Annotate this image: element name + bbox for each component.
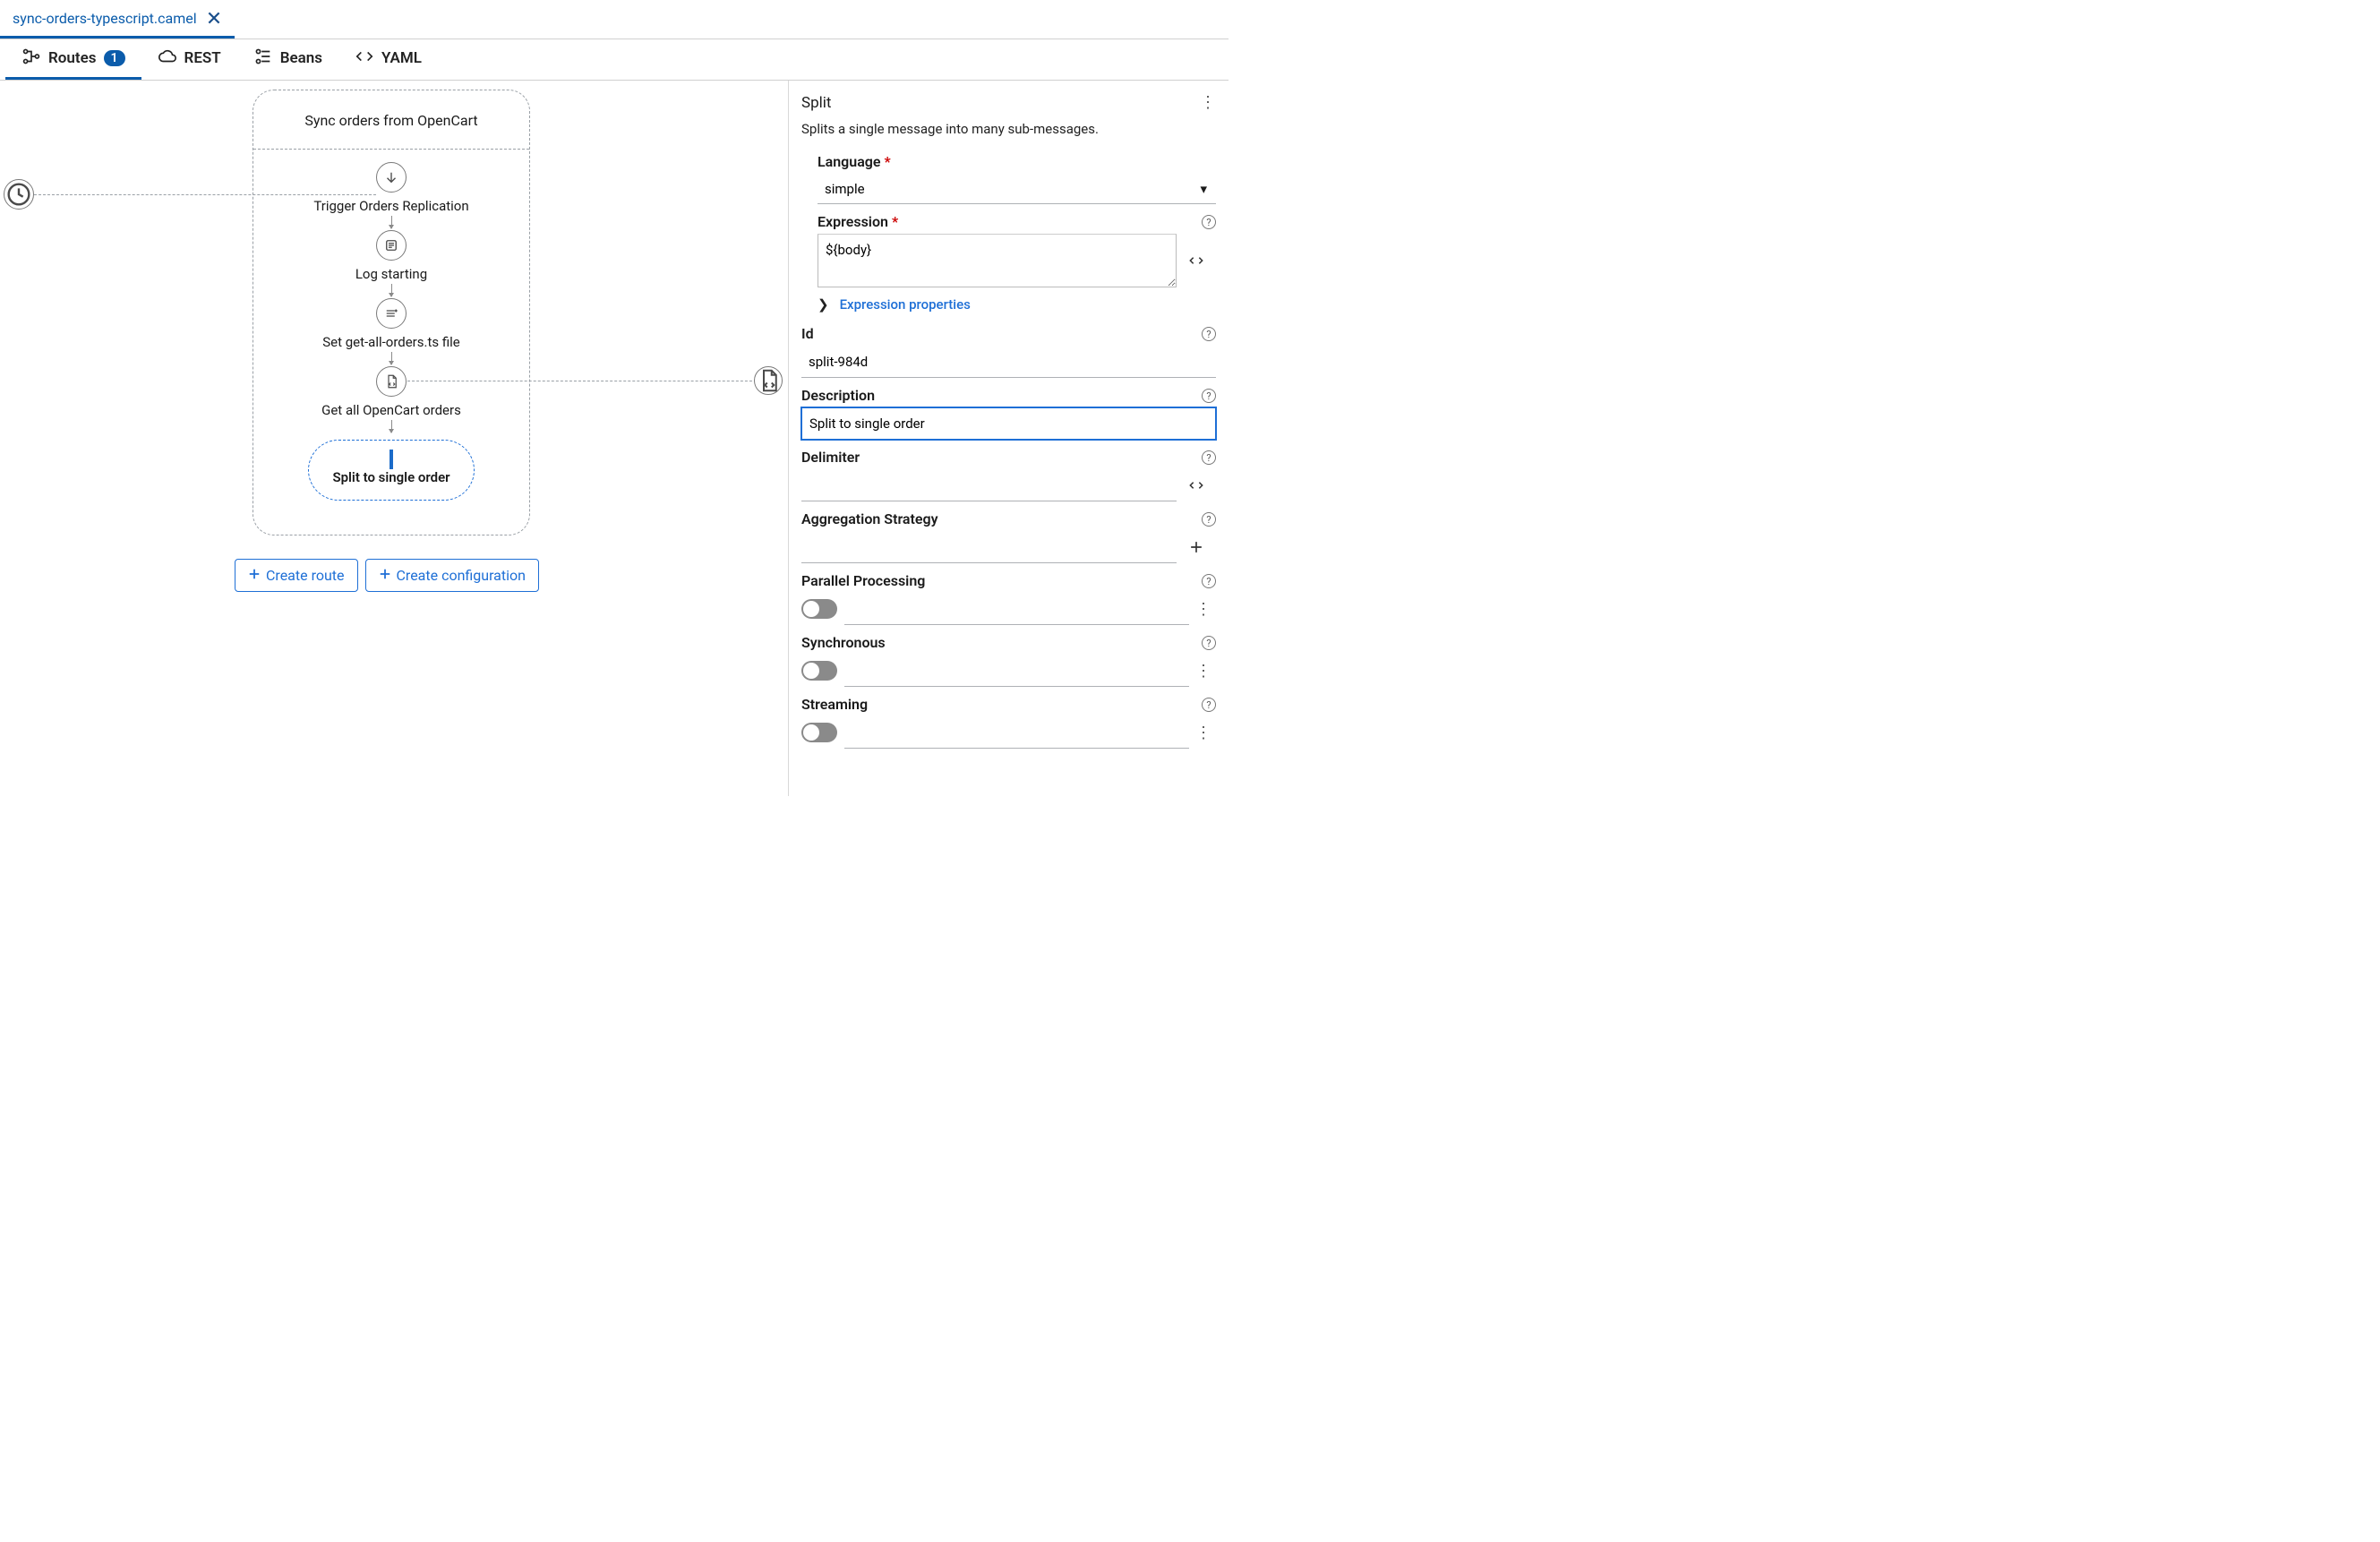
expression-label: Expression [818, 213, 888, 230]
help-icon[interactable]: ? [1202, 698, 1216, 712]
delimiter-input[interactable] [801, 469, 1177, 501]
help-icon[interactable]: ? [1202, 636, 1216, 650]
panel-description: Splits a single message into many sub-me… [801, 121, 1216, 137]
node-split-selected[interactable]: Split to single order [308, 440, 474, 501]
tab-routes[interactable]: Routes 1 [5, 39, 141, 80]
help-icon[interactable]: ? [1202, 512, 1216, 527]
plus-icon [379, 567, 391, 584]
tab-beans-label: Beans [280, 49, 322, 67]
file-tab-active[interactable]: sync-orders-typescript.camel [0, 0, 235, 39]
node-label: Split to single order [332, 469, 449, 485]
required-marker: * [892, 213, 898, 230]
timer-icon[interactable] [4, 179, 34, 210]
parallel-label: Parallel Processing [801, 572, 925, 589]
help-icon[interactable]: ? [1202, 574, 1216, 588]
plus-icon[interactable] [1177, 531, 1216, 563]
routes-icon [21, 47, 41, 71]
node-label: Log starting [355, 266, 427, 282]
parallel-input[interactable] [844, 593, 1189, 625]
beans-icon [253, 47, 273, 71]
button-label: Create route [266, 567, 345, 584]
plus-icon [248, 567, 261, 584]
synchronous-toggle[interactable] [801, 661, 837, 681]
help-icon[interactable]: ? [1202, 327, 1216, 341]
streaming-toggle[interactable] [801, 723, 837, 742]
aggregation-label: Aggregation Strategy [801, 510, 938, 527]
create-route-button[interactable]: Create route [235, 559, 358, 592]
help-icon[interactable]: ? [1202, 450, 1216, 465]
id-input[interactable] [801, 346, 1216, 378]
node-trigger-orders[interactable]: Trigger Orders Replication [313, 162, 468, 214]
file-tab-name: sync-orders-typescript.camel [13, 10, 197, 27]
routes-count-badge: 1 [104, 50, 125, 66]
language-label: Language [818, 153, 881, 170]
synchronous-input[interactable] [844, 655, 1189, 687]
node-get-orders[interactable]: Get all OpenCart orders [321, 366, 461, 418]
cloud-icon [158, 47, 177, 71]
tab-yaml[interactable]: YAML [338, 39, 438, 80]
streaming-input[interactable] [844, 716, 1189, 749]
tab-rest-label: REST [184, 49, 221, 67]
description-input[interactable] [801, 407, 1216, 440]
route-title: Sync orders from OpenCart [253, 96, 529, 150]
code-icon[interactable] [1177, 234, 1216, 287]
view-tab-bar: Routes 1 REST Beans YAML [0, 39, 1229, 81]
description-label: Description [801, 387, 875, 404]
node-label: Trigger Orders Replication [313, 198, 468, 214]
code-icon [355, 47, 374, 71]
streaming-label: Streaming [801, 696, 868, 713]
properties-panel: Split ⋮ Splits a single message into man… [788, 81, 1229, 796]
id-label: Id [801, 325, 814, 342]
node-log-starting[interactable]: Log starting [355, 230, 427, 282]
aggregation-input[interactable] [801, 531, 1177, 563]
tab-beans[interactable]: Beans [237, 39, 338, 80]
required-marker: * [885, 153, 891, 170]
tab-yaml-label: YAML [381, 49, 422, 67]
tab-routes-label: Routes [48, 49, 97, 67]
chevron-right-icon: ❯ [818, 296, 829, 313]
node-label: Set get-all-orders.ts file [322, 334, 460, 350]
language-select[interactable] [818, 174, 1216, 204]
synchronous-label: Synchronous [801, 634, 886, 651]
code-icon[interactable] [1177, 469, 1216, 501]
kebab-icon[interactable]: ⋮ [1189, 600, 1216, 619]
close-icon[interactable] [206, 10, 222, 26]
button-label: Create configuration [397, 567, 526, 584]
route-canvas[interactable]: Sync orders from OpenCart Trigger Orders… [0, 81, 788, 796]
kebab-icon[interactable]: ⋮ [1189, 724, 1216, 742]
delimiter-label: Delimiter [801, 449, 860, 466]
kebab-icon[interactable]: ⋮ [1198, 93, 1216, 112]
panel-title: Split [801, 94, 831, 112]
help-icon[interactable]: ? [1202, 389, 1216, 403]
kebab-icon[interactable]: ⋮ [1189, 662, 1216, 681]
create-configuration-button[interactable]: Create configuration [365, 559, 539, 592]
file-tab-bar: sync-orders-typescript.camel [0, 0, 1229, 39]
script-icon[interactable] [754, 366, 783, 395]
node-set-file[interactable]: Set get-all-orders.ts file [322, 298, 460, 350]
tab-rest[interactable]: REST [141, 39, 237, 80]
help-icon[interactable]: ? [1202, 215, 1216, 229]
node-label: Get all OpenCart orders [321, 402, 461, 418]
expression-textarea[interactable] [818, 234, 1177, 287]
route-container[interactable]: Sync orders from OpenCart Trigger Orders… [253, 90, 530, 535]
expression-properties-link[interactable]: ❯ Expression properties [818, 296, 1216, 313]
parallel-toggle[interactable] [801, 599, 837, 619]
